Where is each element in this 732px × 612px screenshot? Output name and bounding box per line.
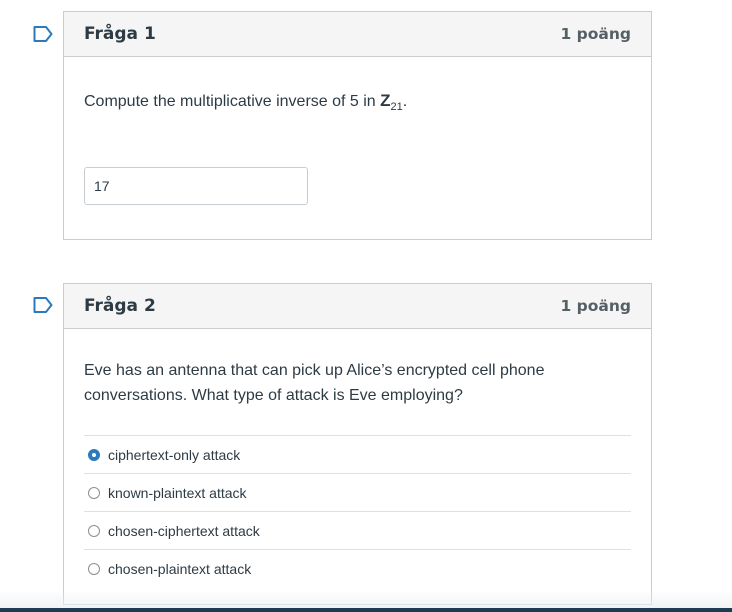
answer-input[interactable] [84,167,308,206]
flag-question-icon[interactable] [33,297,53,313]
question-title: Fråga 2 [84,296,156,316]
radio-button[interactable] [88,486,100,499]
question-text-main: Compute the multiplicative inverse of 5 … [84,93,381,110]
answer-options: ciphertext-only attack known-plaintext a… [84,435,631,587]
answer-option[interactable]: ciphertext-only attack [84,436,631,474]
question-title: Fråga 1 [84,24,156,44]
answer-option[interactable]: chosen-plaintext attack [84,550,631,587]
option-label: ciphertext-only attack [108,446,241,463]
question-text: Compute the multiplicative inverse of 5 … [84,88,631,120]
set-subscript: 21 [390,101,403,114]
question-header: Fråga 2 1 poäng [64,284,651,329]
answer-option[interactable]: chosen-ciphertext attack [84,512,631,550]
option-label: chosen-plaintext attack [108,560,252,577]
question-text: Eve has an antenna that can pick up Alic… [84,362,545,404]
set-symbol: Z [380,91,391,110]
question-points: 1 poäng [560,25,631,43]
flag-question-icon[interactable] [33,26,53,42]
question-points: 1 poäng [560,297,631,315]
radio-button[interactable] [88,562,100,575]
answer-option[interactable]: known-plaintext attack [84,474,631,512]
option-label: known-plaintext attack [108,484,247,501]
question-body: Compute the multiplicative inverse of 5 … [64,88,651,206]
radio-button[interactable] [88,524,100,537]
question-body: Eve has an antenna that can pick up Alic… [64,358,651,587]
question-card-1: Fråga 1 1 poäng Compute the multiplicati… [63,11,652,240]
radio-button-selected[interactable] [88,448,100,461]
option-label: chosen-ciphertext attack [108,522,260,539]
question-header: Fråga 1 1 poäng [64,12,651,57]
question-card-2: Fråga 2 1 poäng Eve has an antenna that … [63,283,652,605]
bottom-bar [0,608,732,612]
question-text-end: . [402,93,408,110]
